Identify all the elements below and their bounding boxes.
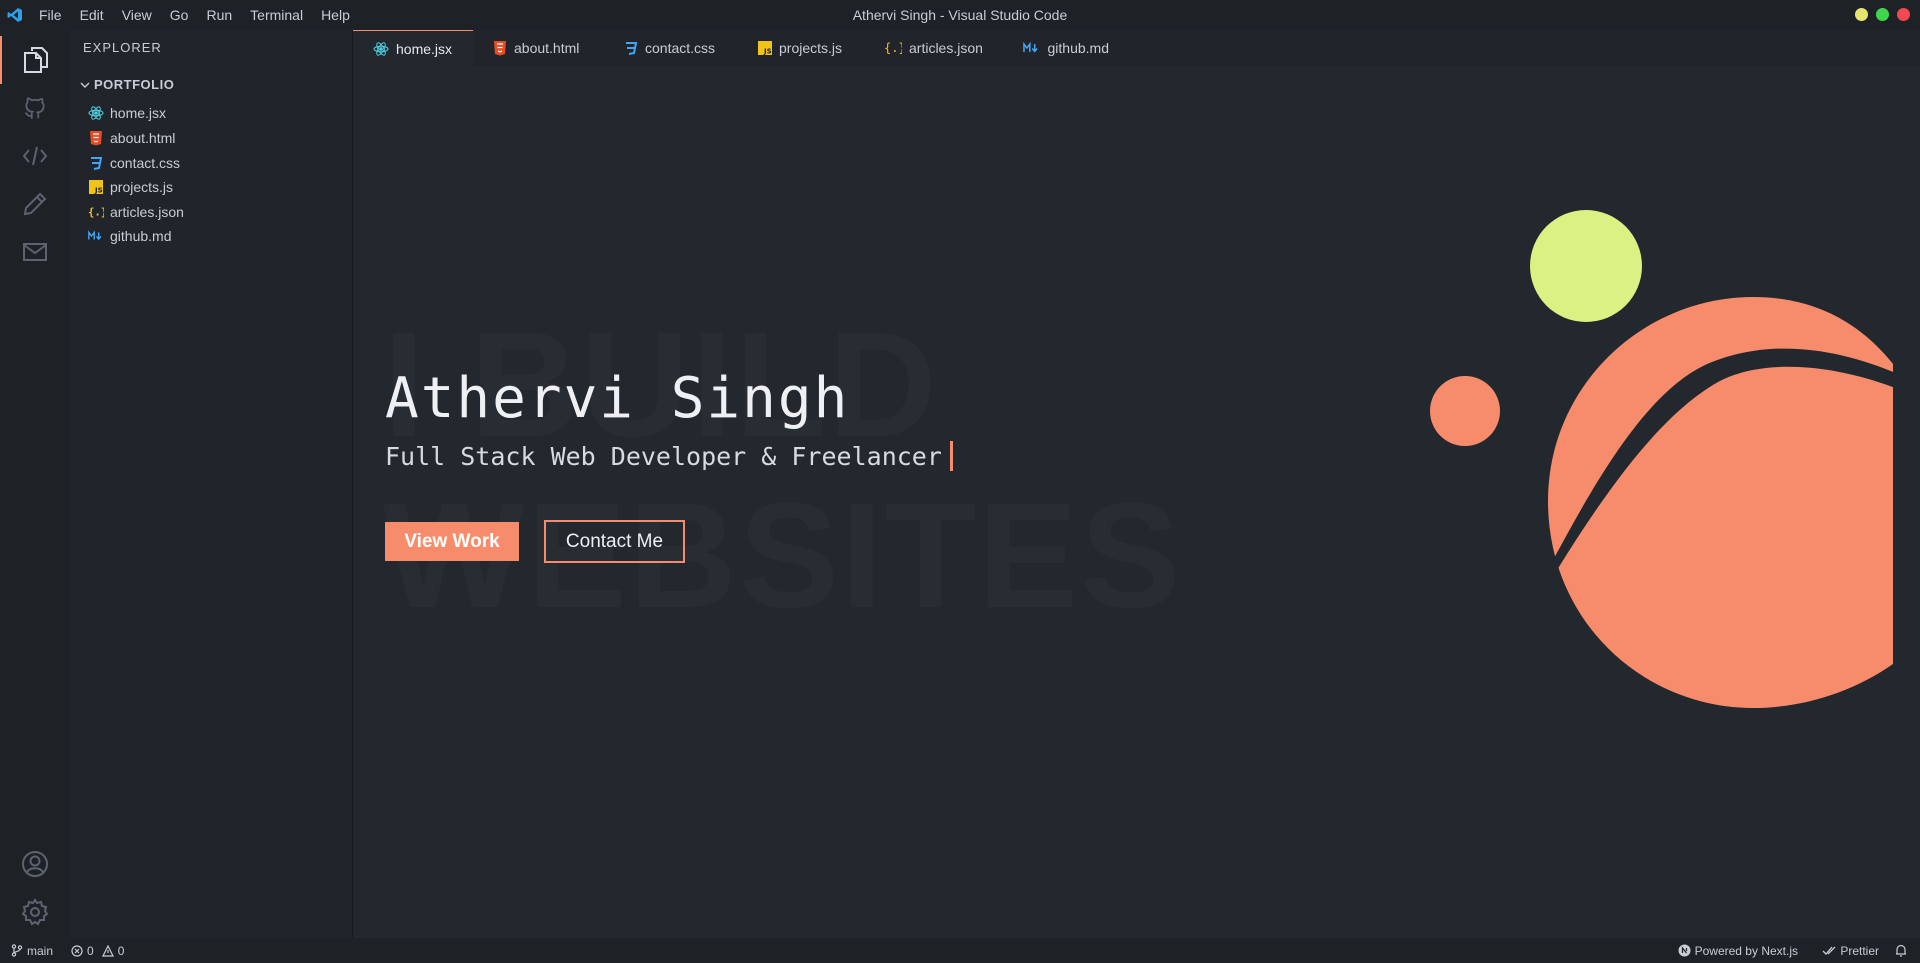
file-articles-json[interactable]: {.} articles.json bbox=[88, 201, 184, 223]
git-branch-icon bbox=[11, 944, 23, 957]
svg-text:JS: JS bbox=[94, 187, 103, 195]
maximize-button[interactable] bbox=[1876, 8, 1889, 21]
problems-indicator[interactable]: 0 0 bbox=[71, 944, 124, 958]
menu-file[interactable]: File bbox=[30, 0, 71, 30]
branch-name: main bbox=[27, 943, 54, 958]
editor-area: I BUILD WEBSITES Athervi Singh Full Stac… bbox=[353, 66, 1920, 938]
settings-button[interactable] bbox=[0, 888, 70, 936]
tab-label: home.jsx bbox=[396, 40, 453, 57]
file-projects-js[interactable]: JS projects.js bbox=[88, 176, 173, 198]
code-button[interactable] bbox=[0, 132, 70, 180]
css-icon bbox=[88, 155, 104, 171]
tab-label: github.md bbox=[1047, 40, 1109, 56]
settings-icon bbox=[21, 898, 49, 926]
menu-terminal[interactable]: Terminal bbox=[241, 0, 312, 30]
prettier-indicator[interactable]: Prettier bbox=[1822, 944, 1879, 958]
json-icon: {.} bbox=[88, 204, 104, 220]
minimize-button[interactable] bbox=[1855, 8, 1868, 21]
html-icon bbox=[88, 130, 104, 146]
small-orange-circle bbox=[1430, 376, 1500, 446]
mail-button[interactable] bbox=[0, 228, 70, 276]
tab-label: articles.json bbox=[909, 40, 983, 56]
react-icon bbox=[88, 105, 104, 121]
mail-icon bbox=[23, 243, 47, 261]
menu-bar: File Edit View Go Run Terminal Help bbox=[30, 0, 359, 30]
error-icon bbox=[71, 944, 83, 957]
bell-icon bbox=[1896, 944, 1906, 957]
tab-projects-js[interactable]: JS projects.js bbox=[738, 30, 864, 66]
window-controls bbox=[1855, 8, 1910, 21]
menu-go[interactable]: Go bbox=[161, 0, 198, 30]
account-icon bbox=[22, 851, 48, 877]
files-icon bbox=[24, 47, 48, 73]
github-button[interactable] bbox=[0, 84, 70, 132]
activity-bar bbox=[0, 30, 70, 938]
folder-label: PORTFOLIO bbox=[94, 77, 175, 92]
file-github-md[interactable]: github.md bbox=[88, 225, 171, 247]
file-about-html[interactable]: about.html bbox=[88, 127, 175, 149]
html-icon bbox=[494, 41, 506, 56]
js-icon: JS bbox=[758, 41, 772, 55]
tab-label: about.html bbox=[514, 40, 580, 56]
pencil-icon bbox=[23, 192, 47, 216]
nextjs-icon bbox=[1678, 944, 1691, 957]
svg-text:JS: JS bbox=[763, 48, 772, 56]
powered-by-label: Powered by Next.js bbox=[1694, 943, 1798, 958]
warning-icon bbox=[101, 944, 114, 957]
json-icon: {.} bbox=[884, 41, 902, 55]
tab-articles-json[interactable]: {.} articles.json bbox=[864, 30, 1003, 66]
file-home-jsx[interactable]: home.jsx bbox=[88, 102, 166, 124]
tab-about-html[interactable]: about.html bbox=[473, 30, 604, 66]
tab-github-md[interactable]: github.md bbox=[1003, 30, 1129, 66]
notifications-button[interactable] bbox=[1895, 944, 1907, 957]
menu-edit[interactable]: Edit bbox=[71, 0, 113, 30]
decorative-shapes bbox=[1430, 210, 1898, 708]
file-label: contact.css bbox=[110, 155, 181, 171]
markdown-icon bbox=[1023, 42, 1038, 53]
explorer-button[interactable] bbox=[0, 36, 70, 84]
svg-text:{.}: {.} bbox=[884, 41, 902, 55]
tab-home-jsx[interactable]: home.jsx bbox=[353, 30, 473, 66]
explorer-sidebar: EXPLORER PORTFOLIO home.jsx about.html c… bbox=[70, 30, 353, 938]
vscode-logo-icon bbox=[0, 0, 30, 30]
file-label: home.jsx bbox=[110, 105, 167, 121]
powered-by-indicator[interactable]: Powered by Next.js bbox=[1678, 944, 1798, 958]
close-button[interactable] bbox=[1897, 8, 1910, 21]
menu-view[interactable]: View bbox=[113, 0, 161, 30]
tab-contact-css[interactable]: contact.css bbox=[604, 30, 738, 66]
title-bar: File Edit View Go Run Terminal Help Athe… bbox=[0, 0, 1920, 30]
explorer-header: EXPLORER bbox=[83, 40, 162, 55]
folder-portfolio[interactable]: PORTFOLIO bbox=[80, 77, 174, 92]
tab-label: projects.js bbox=[779, 40, 843, 56]
markdown-icon bbox=[88, 228, 104, 244]
file-contact-css[interactable]: contact.css bbox=[88, 152, 180, 174]
react-icon bbox=[373, 41, 389, 56]
file-label: projects.js bbox=[110, 179, 174, 195]
lime-circle bbox=[1530, 210, 1642, 322]
error-count: 0 bbox=[87, 943, 94, 958]
file-label: articles.json bbox=[110, 204, 184, 220]
warning-count: 0 bbox=[117, 943, 125, 958]
prettier-label: Prettier bbox=[1840, 943, 1879, 958]
account-button[interactable] bbox=[0, 840, 70, 888]
tab-label: contact.css bbox=[645, 40, 716, 56]
tab-bar: home.jsx about.html contact.css JS proje… bbox=[353, 30, 1920, 66]
check-all-icon bbox=[1822, 946, 1836, 955]
code-icon bbox=[22, 146, 48, 166]
css-icon bbox=[626, 42, 638, 55]
chevron-down-icon bbox=[80, 82, 90, 88]
branch-indicator[interactable]: main bbox=[11, 944, 53, 958]
svg-text:{.}: {.} bbox=[88, 206, 104, 219]
status-bar: main 0 0 Powered by Next.js Prettier bbox=[0, 938, 1920, 963]
menu-run[interactable]: Run bbox=[197, 0, 241, 30]
file-label: about.html bbox=[110, 130, 176, 146]
js-icon: JS bbox=[88, 179, 104, 195]
file-label: github.md bbox=[110, 228, 172, 244]
menu-help[interactable]: Help bbox=[312, 0, 359, 30]
pencil-button[interactable] bbox=[0, 180, 70, 228]
github-icon bbox=[24, 97, 45, 119]
